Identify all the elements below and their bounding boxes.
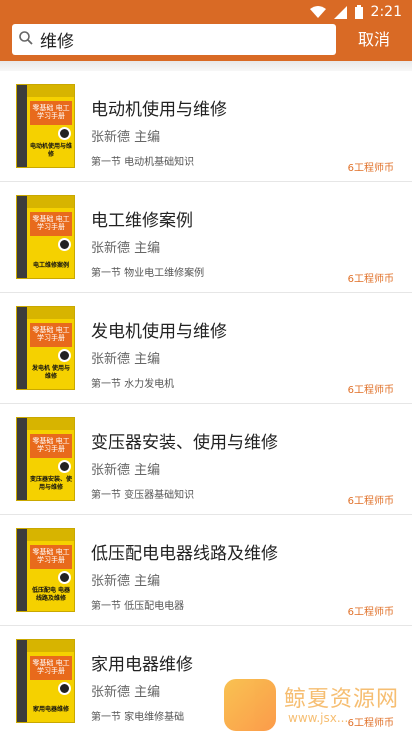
book-section: 第一节 物业电工维修案例	[91, 268, 205, 279]
book-title: 变压器安装、使用与维修	[91, 433, 278, 453]
signal-icon	[333, 5, 347, 19]
book-author: 张新德 主编	[91, 241, 161, 256]
book-author: 张新德 主编	[91, 685, 161, 700]
wifi-icon	[309, 5, 326, 19]
book-section: 第一节 电动机基础知识	[91, 157, 195, 168]
book-cover: 零基础 电工学习手册 发电机 使用与维修	[16, 306, 75, 390]
book-list: 零基础 电工学习手册 电动机使用与维修 电动机使用与维修 张新德 主编 第一节 …	[0, 71, 412, 732]
book-section: 第一节 低压配电电器	[91, 601, 185, 612]
book-item[interactable]: 零基础 电工学习手册 电动机使用与维修 电动机使用与维修 张新德 主编 第一节 …	[0, 71, 412, 182]
watermark-name: 鲸夏资源网	[284, 687, 400, 712]
search-box[interactable]	[12, 24, 336, 55]
search-icon	[18, 30, 34, 50]
status-bar: 2:21	[0, 0, 412, 24]
book-section: 第一节 家电维修基础	[91, 712, 185, 723]
book-title: 低压配电电器线路及维修	[91, 544, 278, 564]
header-divider	[0, 61, 412, 71]
whale-logo-icon	[224, 679, 276, 731]
book-title: 发电机使用与维修	[91, 322, 227, 342]
book-item[interactable]: 零基础 电工学习手册 电工维修案例 电工维修案例 张新德 主编 第一节 物业电工…	[0, 182, 412, 293]
watermark: 鲸夏资源网 www.jsx...	[224, 679, 408, 732]
search-header: 取消	[0, 24, 412, 61]
book-author: 张新德 主编	[91, 463, 161, 478]
cancel-button[interactable]: 取消	[348, 24, 400, 55]
search-input[interactable]	[40, 29, 310, 50]
book-cover: 零基础 电工学习手册 电动机使用与维修	[16, 84, 75, 168]
book-title: 电动机使用与维修	[91, 100, 227, 120]
book-item[interactable]: 零基础 电工学习手册 发电机 使用与维修 发电机使用与维修 张新德 主编 第一节…	[0, 293, 412, 404]
battery-icon	[354, 5, 363, 19]
book-item[interactable]: 零基础 电工学习手册 低压配电 电器线路及维修 低压配电电器线路及维修 张新德 …	[0, 515, 412, 626]
book-price: 6工程师币	[347, 385, 394, 396]
book-title: 电工维修案例	[91, 211, 193, 231]
book-price: 6工程师币	[347, 274, 394, 285]
book-cover: 零基础 电工学习手册 变压器安装、使用与维修	[16, 417, 75, 501]
book-cover: 零基础 电工学习手册 电工维修案例	[16, 195, 75, 279]
status-time: 2:21	[370, 4, 402, 20]
book-section: 第一节 变压器基础知识	[91, 490, 195, 501]
book-cover: 零基础 电工学习手册 低压配电 电器线路及维修	[16, 528, 75, 612]
book-title: 家用电器维修	[91, 655, 193, 675]
book-section: 第一节 水力发电机	[91, 379, 175, 390]
book-price: 6工程师币	[347, 163, 394, 174]
book-item[interactable]: 零基础 电工学习手册 变压器安装、使用与维修 变压器安装、使用与维修 张新德 主…	[0, 404, 412, 515]
book-cover: 零基础 电工学习手册 家用电器维修	[16, 639, 75, 723]
book-price: 6工程师币	[347, 607, 394, 618]
book-author: 张新德 主编	[91, 352, 161, 367]
book-author: 张新德 主编	[91, 574, 161, 589]
book-price: 6工程师币	[347, 496, 394, 507]
watermark-url: www.jsx...	[288, 711, 349, 725]
book-author: 张新德 主编	[91, 130, 161, 145]
